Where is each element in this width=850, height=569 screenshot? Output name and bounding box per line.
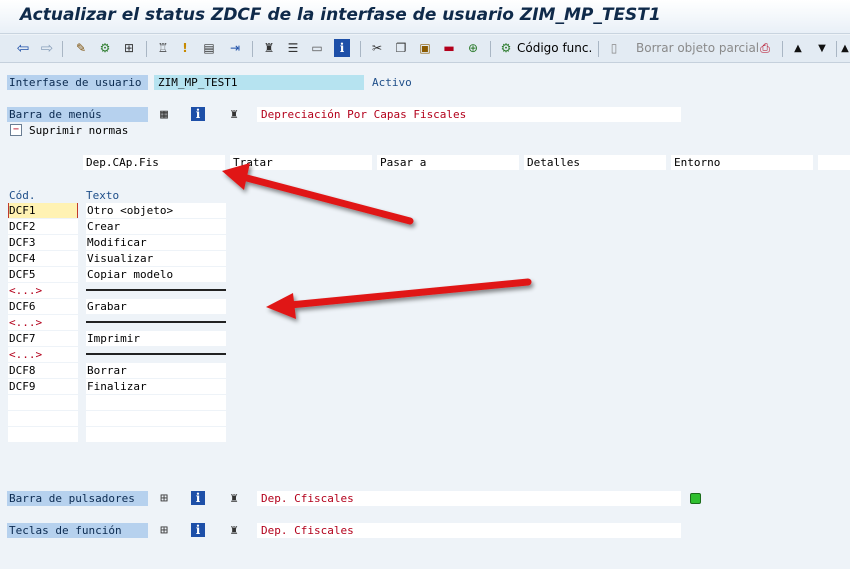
function-text-cell[interactable]: Imprimir bbox=[86, 331, 226, 346]
print-structure-icon[interactable]: ☰ bbox=[284, 39, 302, 57]
paste-icon[interactable]: ▣ bbox=[416, 39, 434, 57]
function-text-cell[interactable]: Borrar bbox=[86, 363, 226, 378]
function-code-cell[interactable] bbox=[8, 411, 78, 426]
menu-header-2[interactable]: Tratar bbox=[230, 155, 372, 170]
function-code-cell[interactable]: DCF9 bbox=[8, 379, 78, 394]
function-code-cell[interactable]: DCF1 bbox=[8, 203, 78, 218]
function-code-cell[interactable]: <...> bbox=[8, 315, 78, 330]
function-text-cell[interactable] bbox=[86, 411, 226, 426]
function-code-cell[interactable] bbox=[8, 395, 78, 410]
partial-delete-button[interactable]: Borrar objeto parcial bbox=[636, 41, 759, 55]
title-bar: Actualizar el status ZDCF de la interfas… bbox=[0, 0, 850, 34]
activate-icon[interactable]: ♖ bbox=[154, 39, 172, 57]
collapse-icon[interactable]: − bbox=[10, 124, 22, 136]
menu-separator-line bbox=[86, 289, 226, 291]
menu-edit-icon[interactable]: ▦ bbox=[156, 106, 172, 122]
back-icon[interactable]: ⇦ bbox=[14, 39, 32, 57]
pushbutton-bar-description[interactable]: Dep. Cfiscales bbox=[257, 491, 681, 506]
menu-header-6[interactable] bbox=[818, 155, 850, 170]
scroll-up-icon[interactable]: ▲ bbox=[790, 39, 806, 57]
function-keys-description[interactable]: Dep. Cfiscales bbox=[257, 523, 681, 538]
copy-icon[interactable]: ❐ bbox=[392, 39, 410, 57]
menu-hierarchy-icon[interactable]: ♜ bbox=[226, 106, 242, 122]
function-code-icon[interactable]: ⚙ bbox=[498, 39, 514, 57]
menu-header-4[interactable]: Detalles bbox=[524, 155, 666, 170]
function-code-cell[interactable] bbox=[8, 427, 78, 442]
scroll-up-more-icon[interactable]: ▲ bbox=[840, 39, 850, 57]
arrow-to-menu-header bbox=[222, 163, 414, 225]
pushbutton-hierarchy-icon[interactable]: ♜ bbox=[226, 490, 242, 506]
menu-header-3[interactable]: Pasar a bbox=[377, 155, 519, 170]
function-code-cell[interactable]: DCF7 bbox=[8, 331, 78, 346]
pencil-glasses-icon[interactable]: ✎ bbox=[72, 39, 90, 57]
col-text-header: Texto bbox=[86, 189, 120, 202]
application-toolbar: ⇦ ⇨ ✎ ⚙ ⊞ ♖ ! ▤ ⇥ ♜ ☰ ▭ i ✂ ❐ ▣ ▬ ⊕ ⚙ Có… bbox=[0, 35, 850, 63]
window-icon[interactable]: ▭ bbox=[308, 39, 326, 57]
layout-icon[interactable]: ▤ bbox=[200, 39, 218, 57]
menu-bar-label[interactable]: Barra de menús bbox=[7, 107, 148, 122]
pushbutton-bar-label[interactable]: Barra de pulsadores bbox=[7, 491, 148, 506]
function-text-cell[interactable]: Otro <objeto> bbox=[86, 203, 226, 218]
navigate-icon[interactable]: ⇥ bbox=[226, 39, 244, 57]
cut-icon[interactable]: ✂ bbox=[368, 39, 386, 57]
menu-header-5[interactable]: Entorno bbox=[671, 155, 813, 170]
object-icon[interactable]: ⚙ bbox=[96, 39, 114, 57]
info-icon[interactable]: i bbox=[334, 39, 350, 57]
menu-header-1[interactable]: Dep.CAp.Fis bbox=[83, 155, 225, 170]
function-text-cell[interactable]: Visualizar bbox=[86, 251, 226, 266]
function-text-cell[interactable]: Modificar bbox=[86, 235, 226, 250]
function-code-cell[interactable]: DCF2 bbox=[8, 219, 78, 234]
interface-value-field[interactable]: ZIM_MP_TEST1 bbox=[154, 75, 364, 90]
menu-separator-line bbox=[86, 321, 226, 323]
function-text-cell[interactable] bbox=[86, 395, 226, 410]
forward-icon[interactable]: ⇨ bbox=[38, 39, 56, 57]
interface-label: Interfase de usuario bbox=[7, 75, 148, 90]
function-code-cell[interactable]: DCF8 bbox=[8, 363, 78, 378]
function-keys-hierarchy-icon[interactable]: ♜ bbox=[226, 522, 242, 538]
menu-separator-line bbox=[86, 353, 226, 355]
function-text-cell[interactable]: Copiar modelo bbox=[86, 267, 226, 282]
hierarchy-icon[interactable]: ⊞ bbox=[120, 39, 138, 57]
function-keys-expand-icon[interactable]: ⊞ bbox=[156, 522, 172, 538]
function-code-cell[interactable]: DCF6 bbox=[8, 299, 78, 314]
pushbutton-expand-icon[interactable]: ⊞ bbox=[156, 490, 172, 506]
menu-bar-description[interactable]: Depreciación Por Capas Fiscales bbox=[257, 107, 681, 122]
arrow-to-separator bbox=[266, 278, 532, 319]
function-keys-label[interactable]: Teclas de función bbox=[7, 523, 148, 538]
insert-icon[interactable]: ⊕ bbox=[464, 39, 482, 57]
status-light-icon bbox=[690, 493, 701, 504]
printer-icon[interactable]: ⎙ bbox=[756, 39, 774, 57]
delete-icon[interactable]: ▬ bbox=[440, 39, 458, 57]
suppress-norms-label[interactable]: Suprimir normas bbox=[29, 123, 128, 138]
col-code-header: Cód. bbox=[9, 189, 36, 202]
function-code-button[interactable]: Código func. bbox=[517, 41, 592, 55]
function-text-cell[interactable] bbox=[86, 427, 226, 442]
document-icon[interactable]: ▯ bbox=[606, 39, 622, 57]
function-text-cell[interactable]: Grabar bbox=[86, 299, 226, 314]
scroll-down-icon[interactable]: ▼ bbox=[814, 39, 830, 57]
function-code-cell[interactable]: DCF3 bbox=[8, 235, 78, 250]
tree-icon[interactable]: ♜ bbox=[260, 39, 278, 57]
where-used-icon[interactable]: ! bbox=[178, 39, 192, 57]
function-code-cell[interactable]: <...> bbox=[8, 347, 78, 362]
function-code-cell[interactable]: DCF4 bbox=[8, 251, 78, 266]
window-title: Actualizar el status ZDCF de la interfas… bbox=[20, 5, 661, 25]
function-code-cell[interactable]: <...> bbox=[8, 283, 78, 298]
function-text-cell[interactable]: Crear bbox=[86, 219, 226, 234]
function-keys-info-icon[interactable]: i bbox=[191, 523, 205, 537]
function-code-cell[interactable]: DCF5 bbox=[8, 267, 78, 282]
function-text-cell[interactable]: Finalizar bbox=[86, 379, 226, 394]
interface-status: Activo bbox=[372, 76, 412, 89]
pushbutton-info-icon[interactable]: i bbox=[191, 491, 205, 505]
menu-info-icon[interactable]: i bbox=[191, 107, 205, 121]
